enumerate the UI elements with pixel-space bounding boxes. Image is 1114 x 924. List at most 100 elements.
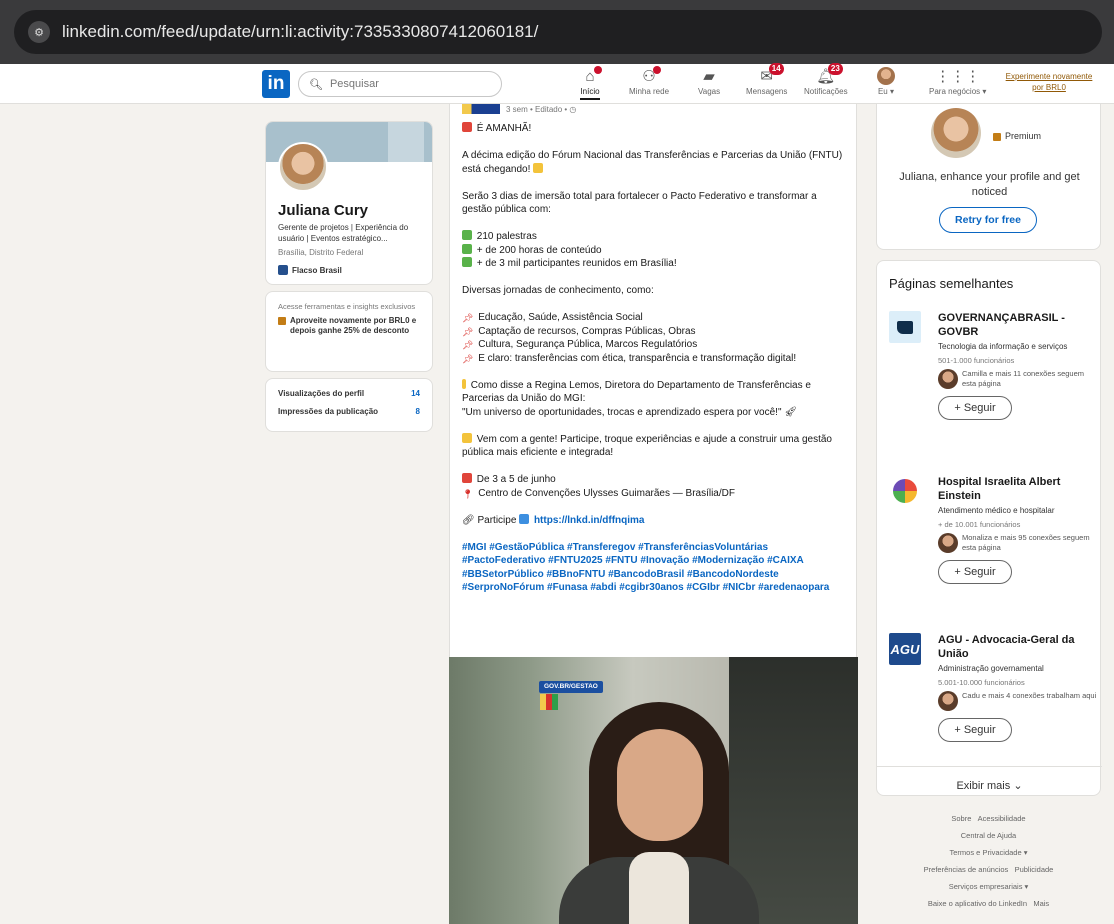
nav-messages[interactable]: ✉ 14 Mensagens [746,63,787,96]
nav-me[interactable]: Eu ▾ [876,66,896,96]
premium-offer[interactable]: Aproveite novamente por BRL0 e depois ga… [278,316,420,336]
top-nav: in 🔍︎ ⌂ Início ⚇ Minha rede ▰ Vagas ✉14 … [0,63,1114,104]
footer-link[interactable]: Acessibilidade [978,814,1026,823]
avatar [938,533,958,553]
page-name[interactable]: GOVERNANÇABRASIL - GOVBR [938,311,1098,339]
follow-button[interactable]: + Seguir [938,396,1012,420]
company-name: Flacso Brasil [292,265,342,275]
nav-me-label: Eu [877,87,888,96]
post-quote-intro: Como disse a Regina Lemos, Diretora do D… [462,379,811,405]
post-link[interactable]: https://lnkd.in/dffnqima [534,515,645,526]
page-name[interactable]: Hospital Israelita Albert Einstein [938,475,1098,503]
post-topic: Educação, Saúde, Assistência Social [478,312,643,323]
chevron-down-icon: ▾ [890,87,895,96]
connections-text: Cadu e mais 4 conexões trabalham aqui [962,691,1097,700]
similar-pages-card: Páginas semelhantes GOVERNANÇABRASIL - G… [876,260,1102,797]
footer-link[interactable]: Baixe o aplicativo do LinkedIn [928,899,1027,908]
nav-home[interactable]: ⌂ Início [580,66,602,100]
profile-avatar[interactable] [278,142,328,192]
stat-value: 8 [415,407,420,416]
page-category: Administração governamental [938,664,1044,673]
stat-profile-views[interactable]: Visualizações do perfil 14 [278,389,420,398]
check-icon [462,243,472,254]
page-category: Atendimento médico e hospitalar [938,506,1055,515]
pushpin-icon: 📌︎ [462,313,474,323]
page-size: 501-1.000 funcionários [938,356,1015,365]
network-icon: ⚇ [639,66,662,86]
footer: Sobre Acessibilidade Central de Ajuda Te… [876,810,1101,912]
page-connections: Camilla e mais 11 conexões seguem esta p… [938,369,1098,389]
avatar [877,67,895,85]
follow-button[interactable]: + Seguir [938,718,1012,742]
search-box[interactable]: 🔍︎ [298,71,502,97]
profile-name[interactable]: Juliana Cury [278,202,368,219]
post-bullet: + de 3 mil participantes reunidos em Bra… [476,258,677,269]
bell-icon: 🔔︎ 23 [816,63,843,86]
footer-link[interactable]: Termos e Privacidade ▾ [950,848,1028,857]
post-hashtags[interactable]: #MGI #GestãoPública #Transferegov #Trans… [462,541,848,595]
profile-card[interactable]: Juliana Cury Gerente de projetos | Exper… [265,121,433,285]
linkedin-logo[interactable]: in [262,70,290,98]
page-logo[interactable] [889,475,921,507]
post-video[interactable]: GOV.BR/GESTAO [449,657,858,924]
stat-value: 14 [411,389,420,398]
post-topic: Cultura, Segurança Pública, Marcos Regul… [478,339,698,350]
post-date: De 3 a 5 de junho [476,474,556,485]
author-logo[interactable] [462,104,500,114]
post-paragraph: A décima edição do Fórum Nacional das Tr… [462,150,843,175]
notifications-badge: 23 [827,63,843,75]
connections-text: Camilla e mais 11 conexões seguem esta p… [962,369,1085,388]
gov-logo-icon [540,694,558,710]
post-card: 3 sem • Editado • ◷ É AMANHÃ! A décima e… [449,104,857,657]
search-icon: 🔍︎ [309,78,323,91]
nav-jobs[interactable]: ▰ Vagas [698,66,720,96]
url-text[interactable]: linkedin.com/feed/update/urn:li:activity… [62,22,538,42]
post-place: Centro de Convenções Ulysses Guimarães —… [478,487,735,499]
upsell-text: Juliana, enhance your profile and get no… [899,171,1080,198]
avatar [938,369,958,389]
message-icon: ✉ 14 [757,63,784,86]
retry-for-free-button[interactable]: Retry for free [939,207,1037,233]
location-pin-icon: 📍︎ [462,488,474,499]
connections-text: Monaliza e mais 95 conexões seguem esta … [962,533,1090,552]
page-name[interactable]: AGU - Advocacia-Geral da União [938,633,1098,661]
avatar [938,691,958,711]
search-input[interactable] [329,78,480,90]
premium-card[interactable]: Acesse ferramentas e insights exclusivos… [265,291,433,372]
footer-link[interactable]: Preferências de anúncios [924,865,1009,874]
premium-trial-link[interactable]: Experimente novamente por BRL0 [1004,71,1094,93]
nav-notifications-label: Notificações [804,87,848,96]
messages-badge: 14 [768,63,784,75]
nav-business[interactable]: ⋮⋮⋮ Para negócios ▾ [929,66,986,96]
tune-icon[interactable]: ⚙ [28,21,50,43]
stat-post-impressions[interactable]: Impressões da publicação 8 [278,407,420,416]
page-size: 5.001-10.000 funcionários [938,678,1025,687]
footer-link[interactable]: Sobre [951,814,971,823]
show-more-button[interactable]: Exibir mais ⌄ [877,766,1102,797]
chevron-down-icon: ▾ [982,87,987,96]
video-tag: GOV.BR/GESTAO [539,681,603,693]
nav-notifications[interactable]: 🔔︎ 23 Notificações [804,63,848,96]
company-logo-icon [278,265,288,275]
stat-label: Visualizações do perfil [278,389,365,398]
footer-link[interactable]: Central de Ajuda [961,831,1016,840]
footer-link[interactable]: Publicidade [1015,865,1054,874]
post-body: É AMANHÃ! A décima edição do Fórum Nacio… [462,122,848,608]
post-meta-text: 3 sem • Editado • [506,104,568,114]
premium-icon [278,317,286,325]
nav-network[interactable]: ⚇ Minha rede [629,66,669,96]
nav-network-label: Minha rede [629,87,670,96]
post-bullet: 210 palestras [476,231,537,242]
footer-link[interactable]: Serviços empresariais ▾ [949,882,1029,891]
address-bar[interactable]: ⚙ linkedin.com/feed/update/urn:li:activi… [14,10,1102,54]
speaker-face [617,729,703,841]
premium-label: Premium [1005,131,1042,141]
page-logo[interactable]: AGU [889,633,921,665]
arrow-icon [519,513,530,524]
check-icon [462,257,472,267]
profile-company[interactable]: Flacso Brasil [278,265,342,275]
page-logo[interactable] [889,311,921,343]
follow-button[interactable]: + Seguir [938,560,1012,584]
show-more-label: Exibir mais [956,780,1011,792]
footer-link[interactable]: Mais [1033,899,1049,908]
